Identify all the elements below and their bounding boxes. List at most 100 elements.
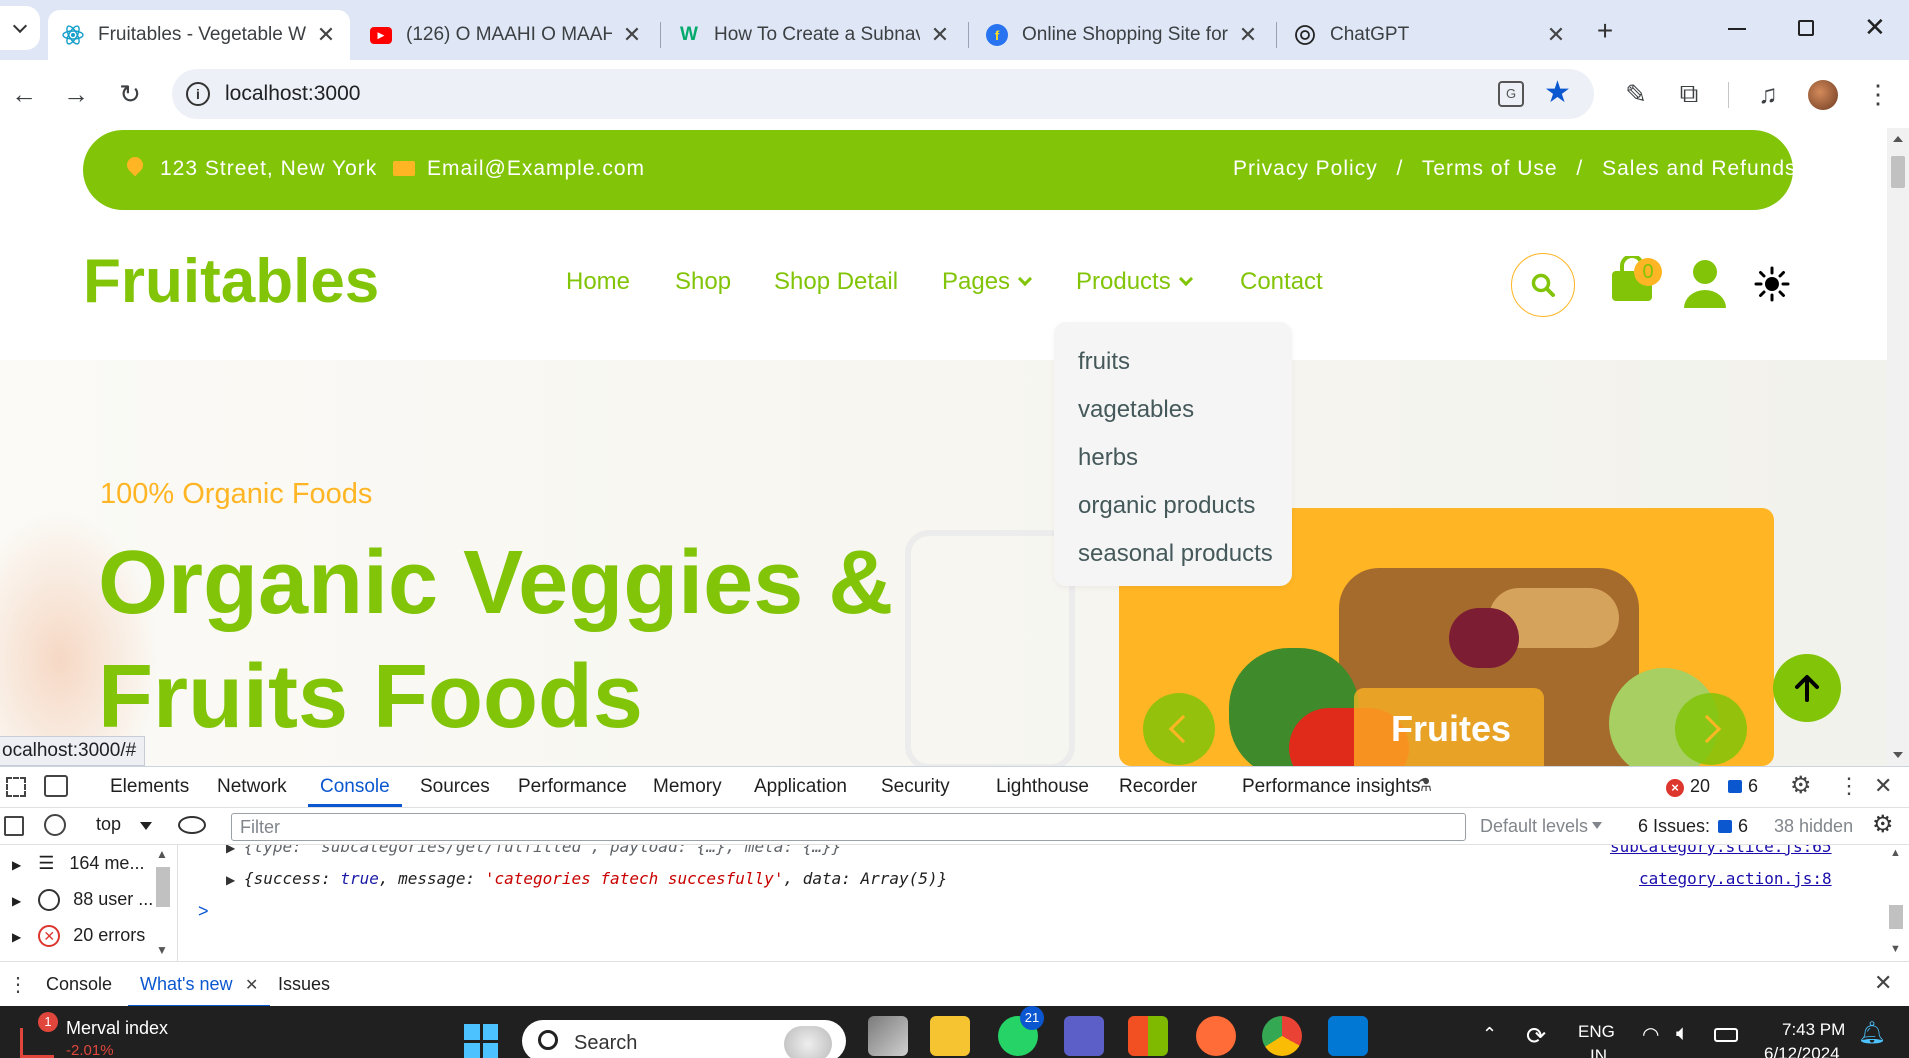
sidebar-item-messages[interactable]: ▶ ☰ 164 me... [0,845,144,881]
task-view-icon[interactable] [868,1016,908,1056]
devtools-tab-performance-insights[interactable]: Performance insights [1242,767,1420,807]
nav-contact[interactable]: Contact [1240,268,1323,296]
scroll-up-icon[interactable]: ▲ [1890,847,1901,859]
devtools-tab-security[interactable]: Security [881,767,950,807]
tray-overflow-icon[interactable]: ⌃ [1482,1024,1497,1045]
nav-shop[interactable]: Shop [675,268,731,296]
nav-shop-detail[interactable]: Shop Detail [774,268,898,296]
extensions-icon[interactable]: ⧉ [1673,78,1705,110]
widget-button[interactable]: 1 Merval index -2.01% [18,1012,218,1058]
context-selector[interactable]: top [96,814,153,835]
sales-refunds-link[interactable]: Sales and Refunds [1602,157,1796,180]
translate-icon[interactable]: G [1498,81,1524,107]
scroll-down-icon[interactable]: ▼ [1890,943,1901,955]
nav-products[interactable]: Products [1076,268,1193,296]
close-icon[interactable]: ✕ [316,22,336,48]
carousel-caption[interactable]: Fruites [1391,708,1511,750]
message-count-icon[interactable] [1728,780,1742,793]
forward-arrow-icon[interactable]: → [60,78,92,110]
inspect-element-icon[interactable] [6,777,26,797]
restore-icon[interactable] [1798,20,1814,36]
drawer-tab-whats-new[interactable]: What's new ✕ [128,962,271,1008]
expand-arrow-icon[interactable]: ▶ [226,845,235,855]
back-arrow-icon[interactable]: ← [8,78,40,110]
minimize-icon[interactable] [1728,28,1746,30]
site-logo[interactable]: Fruitables [83,246,379,317]
postman-icon[interactable] [1196,1016,1236,1056]
carousel-next-button[interactable] [1675,693,1747,765]
theme-toggle[interactable] [1754,266,1790,302]
back-to-top-button[interactable] [1773,654,1841,722]
reload-icon[interactable]: ↻ [114,78,146,110]
vscode-icon[interactable] [1328,1016,1368,1056]
nav-home[interactable]: Home [566,268,630,296]
sidebar-scroll-up-icon[interactable]: ▲ [156,847,168,861]
taskbar-search-box[interactable]: Search [522,1020,846,1058]
sidebar-scroll-thumb[interactable] [156,867,170,907]
clear-console-icon[interactable] [44,814,66,836]
cart-button[interactable]: 0 [1610,250,1666,306]
sidebar-item-errors[interactable]: ▶ ✕ 20 errors [0,917,145,953]
issues-count[interactable]: 6 [1738,816,1748,837]
sidebar-scroll-down-icon[interactable]: ▼ [156,943,168,957]
expand-arrow-icon[interactable]: ▶ [226,873,235,887]
nav-pages[interactable]: Pages [942,268,1033,296]
devtools-tab-lighthouse[interactable]: Lighthouse [996,767,1089,807]
browser-tab[interactable]: ▶ (126) O MAAHI O MAAHI ✕ [356,10,656,60]
error-count-icon[interactable]: × [1666,779,1684,797]
devtools-tab-sources[interactable]: Sources [420,767,490,807]
devtools-menu-icon[interactable]: ⋮ [1838,773,1860,799]
console-filter-input[interactable]: Filter [231,813,1466,841]
privacy-policy-link[interactable]: Privacy Policy [1233,157,1378,180]
media-control-icon[interactable]: ♫ [1752,78,1784,110]
drawer-tab-console[interactable]: Console [46,974,112,995]
close-icon[interactable]: ✕ [622,22,642,48]
language-line2[interactable]: IN [1590,1046,1607,1058]
search-button[interactable] [1511,253,1575,317]
log-levels-dropdown[interactable]: Default levels [1480,816,1588,837]
issues-label[interactable]: 6 Issues: [1638,816,1710,837]
scroll-down-arrow-icon[interactable] [1893,752,1903,758]
dropdown-item-organic-products[interactable]: organic products [1078,482,1292,530]
console-scrollbar[interactable]: ▲ ▼ [1884,845,1908,961]
page-scrollbar[interactable] [1887,128,1909,766]
scrollbar-thumb[interactable] [1889,905,1903,929]
carousel-prev-button[interactable] [1143,693,1215,765]
devtools-tab-network[interactable]: Network [217,767,287,807]
clock-date[interactable]: 6/12/2024 [1764,1044,1840,1058]
message-count[interactable]: 6 [1748,776,1758,797]
sidebar-toggle-icon[interactable] [4,816,24,836]
dropdown-item-seasonal-products[interactable]: seasonal products [1078,530,1292,578]
devtools-tab-console[interactable]: Console [308,767,402,807]
dropdown-item-fruits[interactable]: fruits [1078,338,1292,386]
file-explorer-icon[interactable] [930,1016,970,1056]
terms-of-use-link[interactable]: Terms of Use [1422,157,1558,180]
dropdown-item-vegetables[interactable]: vagetables [1078,386,1292,434]
avatar[interactable] [1808,80,1838,110]
browser-tab[interactable]: Fruitables - Vegetable We ✕ [48,10,350,60]
volume-icon[interactable]: 🔈︎ [1676,1020,1689,1046]
sidebar-item-user-messages[interactable]: ▶ 88 user ... [0,881,153,917]
drawer-tab-issues[interactable]: Issues [278,974,330,995]
whatsapp-icon[interactable]: 21 [998,1006,1044,1056]
devtools-tab-elements[interactable]: Elements [110,767,189,807]
live-expression-eye-icon[interactable] [178,816,206,834]
tab-search-button[interactable] [0,6,40,50]
browser-tab[interactable]: W How To Create a Subnavi ✕ [664,10,964,60]
devtools-tab-performance[interactable]: Performance [518,767,627,807]
browser-menu-icon[interactable]: ⋮ [1862,78,1894,110]
battery-icon[interactable] [1714,1028,1738,1042]
window-close-icon[interactable]: ✕ [1864,12,1886,43]
sync-icon[interactable]: ⟳ [1526,1022,1546,1051]
devtools-tab-application[interactable]: Application [754,767,847,807]
devtools-tab-recorder[interactable]: Recorder [1119,767,1197,807]
windows-start-icon[interactable] [464,1024,498,1058]
browser-tab[interactable]: ChatGPT ✕ [1280,10,1580,60]
clock-time[interactable]: 7:43 PM [1782,1020,1845,1040]
devtools-settings-icon[interactable]: ⚙ [1790,771,1812,800]
scroll-up-arrow-icon[interactable] [1893,136,1903,142]
chrome-icon[interactable] [1262,1016,1302,1056]
devtools-close-icon[interactable]: ✕ [1874,773,1892,799]
drawer-close-icon[interactable]: ✕ [1874,970,1892,996]
user-button[interactable] [1682,258,1728,310]
